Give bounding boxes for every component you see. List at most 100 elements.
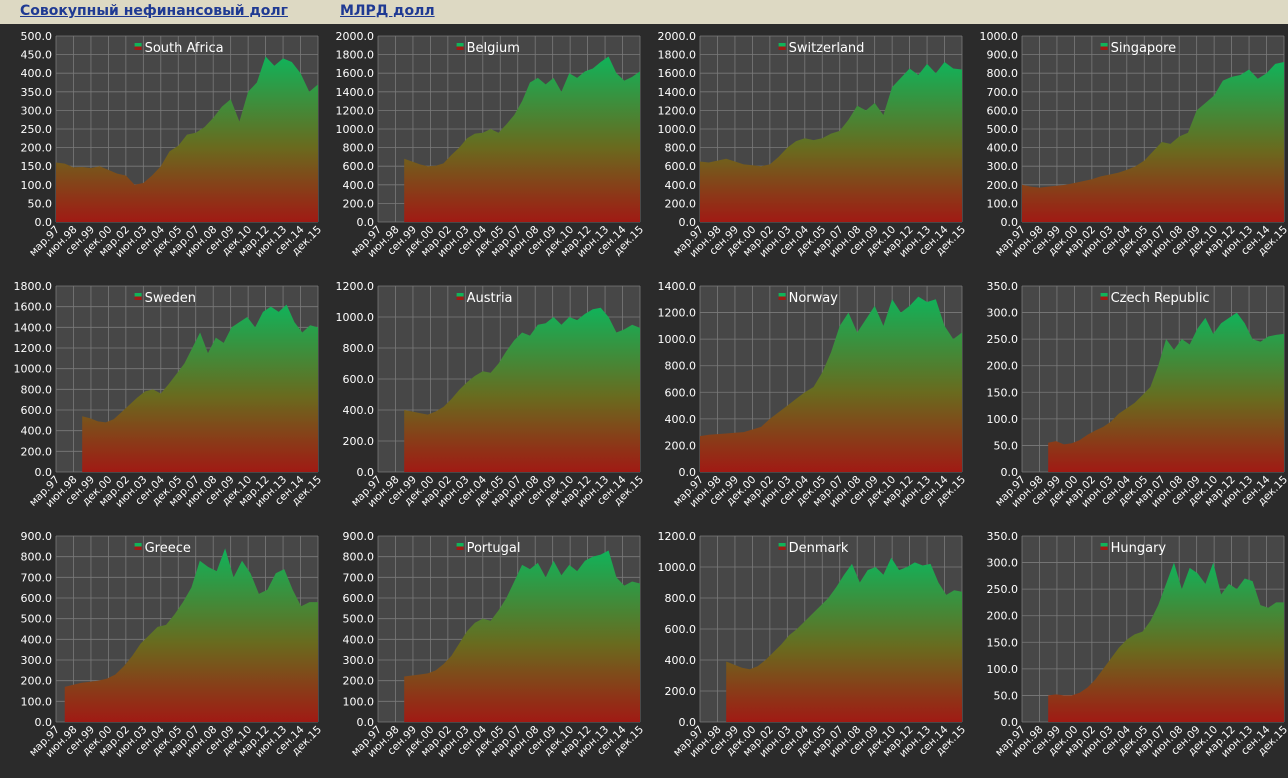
y-tick-label: 100.0 xyxy=(987,197,1019,210)
legend-label: Czech Republic xyxy=(1111,291,1210,306)
y-tick-label: 600.0 xyxy=(665,160,697,173)
y-tick-label: 1000.0 xyxy=(658,561,697,574)
legend-swatch-bottom xyxy=(457,47,464,51)
chart-7: 0.050.0100.0150.0200.0250.0300.0350.0мар… xyxy=(987,280,1288,510)
legend-swatch-bottom xyxy=(779,297,786,301)
y-tick-label: 50.0 xyxy=(28,197,53,210)
y-tick-label: 400.0 xyxy=(665,654,697,667)
legend-swatch-top xyxy=(1101,293,1108,297)
y-tick-label: 250.0 xyxy=(21,123,53,136)
y-tick-label: 400.0 xyxy=(21,67,53,80)
y-tick-label: 300.0 xyxy=(987,307,1019,320)
y-tick-label: 150.0 xyxy=(21,160,53,173)
y-tick-label: 1800.0 xyxy=(14,280,53,293)
y-tick-label: 450.0 xyxy=(21,49,53,62)
y-tick-label: 700.0 xyxy=(343,571,375,584)
chart-4: 0.0200.0400.0600.0800.01000.01200.01400.… xyxy=(14,280,325,510)
y-tick-label: 350.0 xyxy=(21,86,53,99)
y-tick-label: 400.0 xyxy=(343,404,375,417)
y-tick-label: 200.0 xyxy=(987,360,1019,373)
charts-grid: 0.050.0100.0150.0200.0250.0300.0350.0400… xyxy=(0,24,1288,774)
legend-swatch-top xyxy=(1101,43,1108,47)
legend-swatch-top xyxy=(135,543,142,547)
legend-label: Switzerland xyxy=(789,41,865,56)
y-tick-label: 400.0 xyxy=(665,179,697,192)
legend-swatch-top xyxy=(779,543,786,547)
legend-label: Denmark xyxy=(789,541,849,556)
y-tick-label: 500.0 xyxy=(21,613,53,626)
y-tick-label: 100.0 xyxy=(21,179,53,192)
y-tick-label: 900.0 xyxy=(21,530,53,543)
y-tick-label: 500.0 xyxy=(343,613,375,626)
y-tick-label: 600.0 xyxy=(987,104,1019,117)
y-tick-label: 200.0 xyxy=(21,142,53,155)
y-tick-label: 100.0 xyxy=(21,695,53,708)
y-tick-label: 600.0 xyxy=(343,373,375,386)
y-tick-label: 600.0 xyxy=(665,386,697,399)
y-tick-label: 600.0 xyxy=(21,404,53,417)
legend-label: Austria xyxy=(467,291,513,306)
y-tick-label: 200.0 xyxy=(665,439,697,452)
y-tick-label: 200.0 xyxy=(665,685,697,698)
y-tick-label: 200.0 xyxy=(987,179,1019,192)
y-tick-label: 800.0 xyxy=(665,142,697,155)
page-title: Совокупный нефинансовый долг xyxy=(20,3,288,19)
legend-swatch-top xyxy=(779,43,786,47)
legend-label: Belgium xyxy=(467,41,520,56)
y-tick-label: 100.0 xyxy=(343,695,375,708)
chart-6: 0.0200.0400.0600.0800.01000.01200.01400.… xyxy=(658,280,969,510)
y-tick-label: 800.0 xyxy=(343,551,375,564)
y-tick-label: 1400.0 xyxy=(336,86,375,99)
y-tick-label: 1000.0 xyxy=(980,30,1019,43)
y-tick-label: 700.0 xyxy=(987,86,1019,99)
legend-swatch-top xyxy=(135,43,142,47)
y-tick-label: 1200.0 xyxy=(14,342,53,355)
y-tick-label: 200.0 xyxy=(343,675,375,688)
y-tick-label: 1400.0 xyxy=(658,86,697,99)
chart-0: 0.050.0100.0150.0200.0250.0300.0350.0400… xyxy=(21,30,325,260)
unit-label: МЛРД долл xyxy=(340,3,435,19)
y-tick-label: 350.0 xyxy=(987,280,1019,293)
legend-swatch-bottom xyxy=(457,297,464,301)
legend-swatch-bottom xyxy=(457,547,464,551)
y-tick-label: 50.0 xyxy=(994,439,1019,452)
legend-label: Hungary xyxy=(1111,541,1167,556)
y-tick-label: 2000.0 xyxy=(336,30,375,43)
y-tick-label: 600.0 xyxy=(343,592,375,605)
legend-swatch-top xyxy=(457,43,464,47)
y-tick-label: 2000.0 xyxy=(658,30,697,43)
y-tick-label: 500.0 xyxy=(987,123,1019,136)
y-tick-label: 200.0 xyxy=(21,675,53,688)
chart-5: 0.0200.0400.0600.0800.01000.01200.0мар.9… xyxy=(336,280,647,510)
legend-swatch-top xyxy=(135,293,142,297)
legend-label: Greece xyxy=(145,541,191,556)
legend-swatch-bottom xyxy=(1101,547,1108,551)
y-tick-label: 1000.0 xyxy=(336,311,375,324)
y-tick-label: 300.0 xyxy=(343,654,375,667)
y-tick-label: 300.0 xyxy=(987,160,1019,173)
y-tick-label: 1200.0 xyxy=(658,530,697,543)
y-tick-label: 350.0 xyxy=(987,530,1019,543)
y-tick-label: 200.0 xyxy=(987,610,1019,623)
y-tick-label: 900.0 xyxy=(987,49,1019,62)
y-tick-label: 400.0 xyxy=(21,633,53,646)
chart-9: 0.0100.0200.0300.0400.0500.0600.0700.080… xyxy=(343,530,647,760)
y-tick-label: 1200.0 xyxy=(658,104,697,117)
y-tick-label: 400.0 xyxy=(343,633,375,646)
y-tick-label: 800.0 xyxy=(665,592,697,605)
y-tick-label: 50.0 xyxy=(994,689,1019,702)
legend-label: Sweden xyxy=(145,291,196,306)
y-tick-label: 800.0 xyxy=(21,383,53,396)
y-tick-label: 1600.0 xyxy=(336,67,375,80)
chart-2: 0.0200.0400.0600.0800.01000.01200.01400.… xyxy=(658,30,969,260)
chart-10: 0.0200.0400.0600.0800.01000.01200.0мар.9… xyxy=(658,530,969,760)
y-tick-label: 800.0 xyxy=(665,360,697,373)
y-tick-label: 200.0 xyxy=(665,197,697,210)
legend-swatch-top xyxy=(457,543,464,547)
y-tick-label: 1200.0 xyxy=(336,280,375,293)
y-tick-label: 150.0 xyxy=(987,636,1019,649)
y-tick-label: 200.0 xyxy=(343,197,375,210)
y-tick-label: 1200.0 xyxy=(336,104,375,117)
legend-swatch-bottom xyxy=(1101,297,1108,301)
y-tick-label: 1000.0 xyxy=(14,363,53,376)
